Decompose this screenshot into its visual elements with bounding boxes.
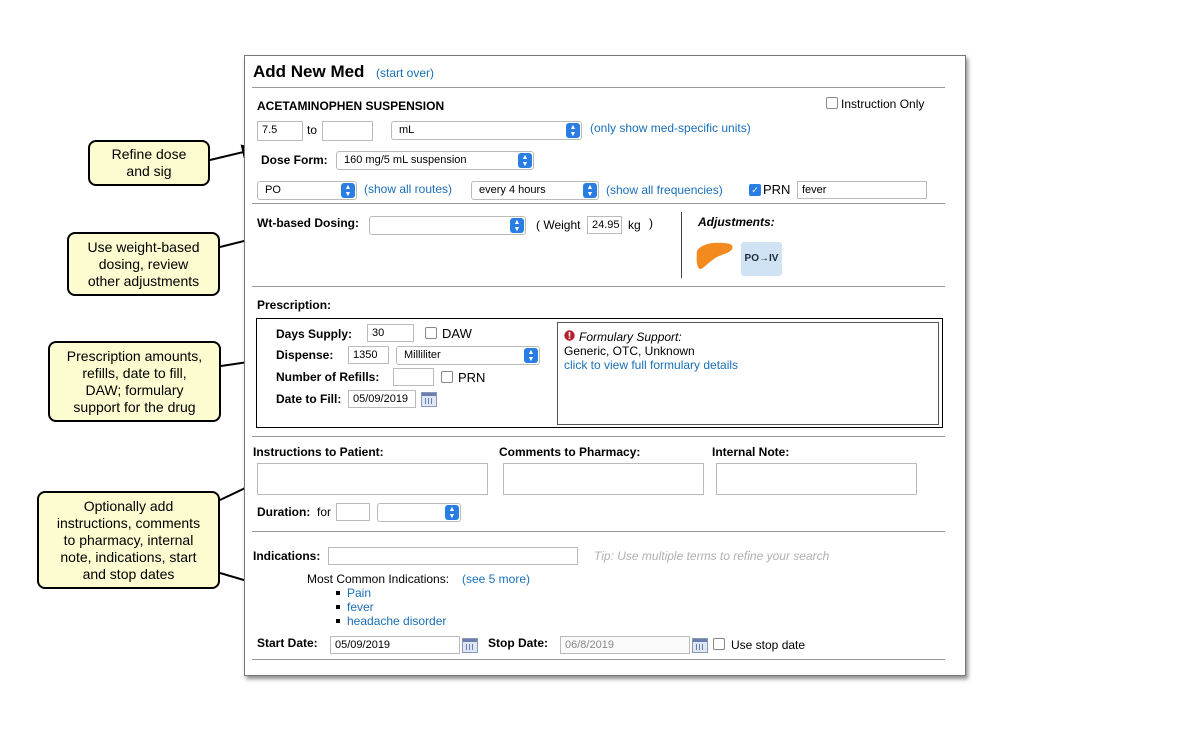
wt-dosing-select[interactable]: ▲ ▼ (369, 216, 526, 235)
chevron-updown-icon: ▲ ▼ (445, 505, 459, 520)
indications-input[interactable] (328, 547, 578, 565)
list-item[interactable]: Pain (333, 586, 446, 600)
list-item[interactable]: headache disorder (333, 614, 446, 628)
calendar-icon[interactable] (421, 392, 437, 407)
refills-label: Number of Refills: (276, 370, 380, 384)
indications-tip: Tip: Use multiple terms to refine your s… (594, 549, 830, 563)
chevron-updown-icon: ▲ ▼ (518, 153, 532, 168)
formulary-status: Generic, OTC, Unknown (564, 344, 695, 358)
duration-unit-select[interactable]: ▲ ▼ (377, 503, 461, 522)
formulary-title: Formulary Support: (579, 330, 682, 344)
wt-dosing-label: Wt-based Dosing: (257, 216, 359, 230)
weight-unit-label: kg (628, 218, 641, 232)
dispense-qty-input[interactable]: 1350 (348, 346, 389, 364)
stop-date-input[interactable]: 06/8/2019 (560, 636, 690, 654)
adjustments-label: Adjustments: (698, 215, 775, 229)
show-all-frequencies-link[interactable]: (show all frequencies) (606, 183, 723, 197)
calendar-icon[interactable] (462, 638, 478, 653)
chevron-updown-icon: ▲ ▼ (583, 183, 597, 198)
start-over-link[interactable]: (start over) (376, 66, 434, 80)
list-item[interactable]: fever (333, 600, 446, 614)
chevron-updown-icon: ▲ ▼ (566, 123, 580, 138)
use-stop-date-checkbox[interactable] (713, 638, 725, 650)
start-date-input[interactable]: 05/09/2019 (330, 636, 460, 654)
chevron-updown-icon: ▲ ▼ (510, 218, 524, 233)
divider (252, 436, 945, 437)
dose-to-input[interactable] (322, 121, 373, 141)
dose-form-label: Dose Form: (261, 153, 328, 167)
instruction-only-checkbox[interactable] (826, 97, 838, 109)
prn-label: PRN (763, 182, 791, 197)
comments-textarea[interactable] (503, 463, 704, 495)
route-value: PO (265, 184, 281, 196)
frequency-value: every 4 hours (479, 184, 546, 196)
dose-to-label: to (307, 123, 318, 137)
chevron-updown-icon: ▲ ▼ (341, 183, 355, 198)
dispense-unit-select[interactable]: Milliliter ▲ ▼ (396, 346, 540, 365)
med-name: ACETAMINOPHEN SUSPENSION (257, 99, 445, 113)
unit-select[interactable]: mL ▲ ▼ (391, 121, 582, 140)
dispense-unit-value: Milliliter (404, 349, 441, 361)
dose-from-input[interactable]: 7.5 (257, 121, 303, 141)
alert-icon (564, 330, 575, 341)
start-date-label: Start Date: (257, 636, 318, 650)
duration-for-label: for (317, 505, 332, 519)
indications-label: Indications: (253, 549, 321, 563)
weight-open-label: ( Weight (536, 218, 581, 232)
date-to-fill-label: Date to Fill: (276, 392, 342, 406)
show-all-routes-link[interactable]: (show all routes) (364, 182, 452, 196)
instructions-label: Instructions to Patient: (253, 445, 384, 459)
formulary-details-link[interactable]: click to view full formulary details (564, 358, 738, 372)
common-indications-label: Most Common Indications: (307, 572, 450, 586)
indication-link[interactable]: Pain (347, 586, 371, 600)
prescription-label: Prescription: (257, 298, 332, 312)
see-more-link[interactable]: (see 5 more) (462, 572, 530, 586)
calendar-icon[interactable] (692, 638, 708, 653)
prn-reason-input[interactable]: fever (797, 181, 927, 199)
dose-form-value: 160 mg/5 mL suspension (344, 154, 467, 166)
internal-note-label: Internal Note: (712, 445, 790, 459)
divider (252, 87, 945, 88)
unit-value: mL (399, 124, 415, 136)
liver-icon[interactable] (695, 241, 735, 271)
instructions-textarea[interactable] (257, 463, 488, 495)
adjustments-divider (681, 212, 682, 278)
use-stop-date-label: Use stop date (731, 638, 806, 652)
divider (252, 203, 945, 204)
chevron-updown-icon: ▲ ▼ (524, 348, 538, 363)
days-supply-input[interactable]: 30 (367, 324, 414, 342)
dispense-label: Dispense: (276, 348, 334, 362)
refills-prn-label: PRN (458, 370, 486, 385)
stop-date-label: Stop Date: (488, 636, 548, 650)
comments-label: Comments to Pharmacy: (499, 445, 641, 459)
prn-checkbox[interactable]: ✓ (749, 184, 761, 196)
frequency-select[interactable]: every 4 hours ▲ ▼ (471, 181, 599, 200)
dose-form-select[interactable]: 160 mg/5 mL suspension ▲ ▼ (336, 151, 534, 170)
po-to-iv-label: PO→IV (744, 253, 779, 264)
instruction-only-label: Instruction Only (841, 97, 925, 111)
internal-note-textarea[interactable] (716, 463, 917, 495)
daw-label: DAW (442, 326, 472, 341)
divider (252, 531, 945, 532)
divider (252, 286, 945, 287)
divider (252, 659, 945, 660)
page-title: Add New Med (253, 62, 365, 81)
po-to-iv-button[interactable]: PO→IV (741, 242, 782, 276)
weight-close-label: ) (649, 216, 653, 230)
weight-input[interactable]: 24.95 (587, 216, 622, 234)
daw-checkbox[interactable] (425, 327, 437, 339)
indication-link[interactable]: headache disorder (347, 614, 446, 628)
refills-prn-checkbox[interactable] (441, 371, 453, 383)
days-supply-label: Days Supply: (276, 327, 353, 341)
refills-input[interactable] (393, 368, 434, 386)
route-select[interactable]: PO ▲ ▼ (257, 181, 357, 200)
med-specific-units-link[interactable]: (only show med-specific units) (590, 121, 751, 135)
duration-label: Duration: (257, 505, 311, 519)
indication-link[interactable]: fever (347, 600, 374, 614)
duration-input[interactable] (336, 503, 370, 521)
date-to-fill-input[interactable]: 05/09/2019 (348, 390, 416, 408)
common-indications-list: Pain fever headache disorder (333, 586, 446, 628)
